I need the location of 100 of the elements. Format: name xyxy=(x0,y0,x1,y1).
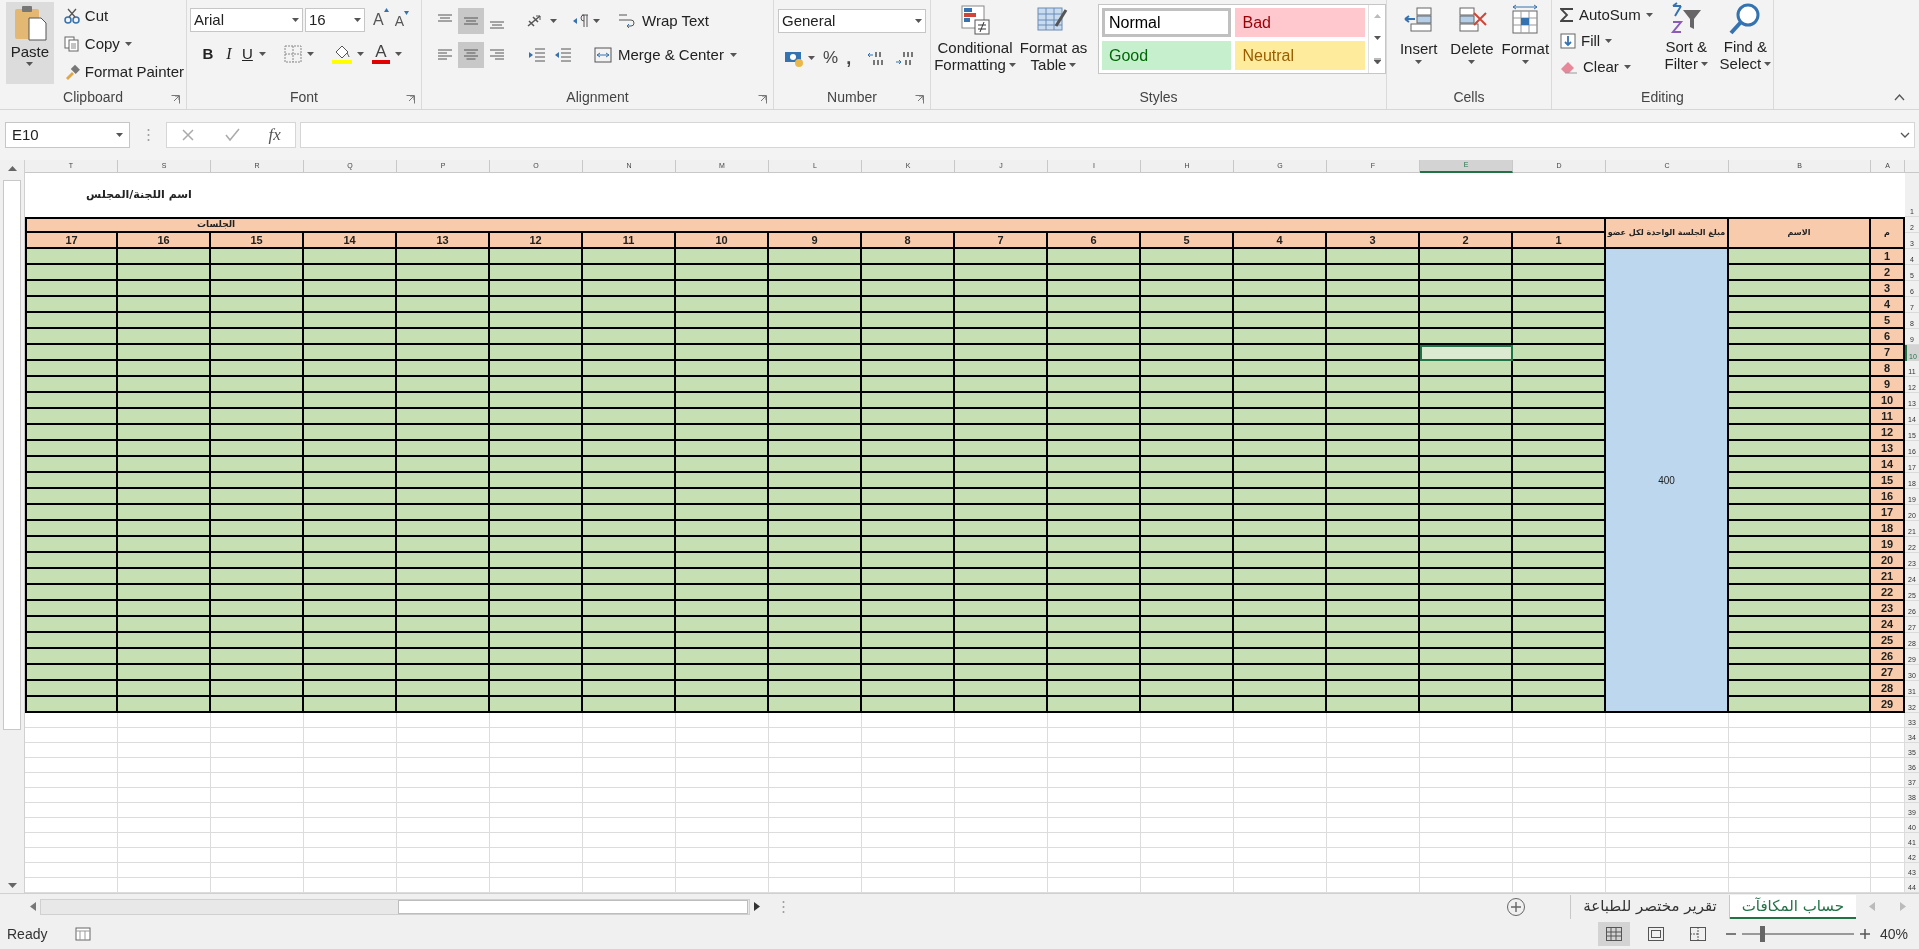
more-icon[interactable] xyxy=(1373,58,1381,64)
number-format-dropdown[interactable]: General xyxy=(778,9,926,33)
cell-style-item[interactable]: Bad xyxy=(1235,8,1365,37)
caret-icon[interactable] xyxy=(550,19,557,23)
caret-icon[interactable] xyxy=(292,18,299,22)
zoom-in-icon[interactable] xyxy=(1859,929,1870,939)
indent-icon[interactable] xyxy=(528,47,546,63)
bold-button[interactable]: B xyxy=(200,42,216,66)
triangle-up-icon[interactable] xyxy=(7,165,17,171)
fill-down-icon[interactable] xyxy=(1560,33,1576,49)
caret-icon[interactable] xyxy=(1700,61,1708,66)
fill-color-button[interactable] xyxy=(331,44,364,64)
collapse-icon[interactable] xyxy=(1894,94,1905,101)
caret-icon[interactable] xyxy=(1415,60,1423,64)
add-sheet-icon[interactable] xyxy=(1506,896,1527,917)
paste-button[interactable]: Paste xyxy=(6,2,54,84)
caret-icon[interactable] xyxy=(915,19,922,23)
text-direction-button[interactable] xyxy=(573,13,600,29)
formula-input[interactable] xyxy=(300,122,1915,148)
font-color-button[interactable]: A xyxy=(371,44,402,64)
format-as-table-button[interactable]: Format as Table xyxy=(1017,4,1090,85)
dialog-launcher-icon[interactable] xyxy=(171,95,180,104)
merge-center-button[interactable]: Merge & Center xyxy=(594,43,737,67)
caret-icon[interactable] xyxy=(593,19,600,23)
caret-icon[interactable] xyxy=(1521,60,1529,64)
caret-icon[interactable] xyxy=(1623,65,1631,69)
orientation-button[interactable] xyxy=(526,12,557,30)
caret-icon[interactable] xyxy=(116,133,123,137)
caret-icon[interactable] xyxy=(26,62,34,66)
borders-button[interactable] xyxy=(283,45,314,63)
insert-cells-icon[interactable] xyxy=(1402,4,1435,34)
caret-icon[interactable] xyxy=(729,53,737,57)
paint-bucket-icon[interactable] xyxy=(331,44,352,64)
sort-funnel-icon[interactable] xyxy=(1669,2,1704,36)
scroll-right-icon[interactable] xyxy=(754,902,760,911)
sort-filter-button[interactable]: Sort & Filter xyxy=(1658,2,1714,85)
cell-style-item[interactable]: Good xyxy=(1102,41,1232,70)
dialog-launcher-icon[interactable] xyxy=(758,95,767,104)
autosum-button[interactable]: AutoSum xyxy=(1558,2,1655,28)
dialog-launcher-icon[interactable] xyxy=(915,95,924,104)
scroll-left-icon[interactable] xyxy=(30,902,36,911)
slider-thumb[interactable] xyxy=(1760,926,1766,942)
name-box[interactable]: E10 xyxy=(5,122,130,148)
check-icon[interactable] xyxy=(223,128,240,142)
caret-icon[interactable] xyxy=(1605,39,1613,43)
cell-style-item[interactable]: Neutral xyxy=(1235,41,1365,70)
caret-icon[interactable] xyxy=(1900,132,1910,138)
triangle-down-icon[interactable] xyxy=(7,882,17,888)
zoom-level[interactable]: 40% xyxy=(1879,923,1908,945)
page-icon[interactable] xyxy=(1647,927,1664,941)
caret-icon[interactable] xyxy=(356,52,364,56)
delete-cells-icon[interactable] xyxy=(1456,4,1488,34)
font-size-dropdown[interactable]: 16 xyxy=(305,8,365,32)
page-break-icon[interactable] xyxy=(1689,927,1706,941)
font-name-dropdown[interactable]: Arial xyxy=(190,8,303,32)
caret-icon[interactable] xyxy=(1468,60,1476,64)
dialog-launcher-icon[interactable] xyxy=(406,95,415,104)
caret-icon[interactable] xyxy=(258,52,266,56)
insert-function-button[interactable]: fx xyxy=(268,122,281,148)
paragraph-icon[interactable] xyxy=(573,13,589,29)
triangle-up-icon[interactable] xyxy=(383,8,389,12)
underline-button[interactable]: U xyxy=(242,42,266,66)
triangle-down-icon[interactable] xyxy=(404,10,409,15)
caret-icon[interactable] xyxy=(1008,62,1016,67)
find-select-button[interactable]: Find & Select xyxy=(1717,2,1773,85)
scissors-icon[interactable] xyxy=(63,8,80,24)
fill-button[interactable]: Fill xyxy=(1558,28,1655,54)
table-rules-icon[interactable] xyxy=(959,4,991,36)
percent-button[interactable]: % xyxy=(823,45,839,71)
merge-icon[interactable] xyxy=(594,46,612,64)
cell-style-item[interactable]: Normal xyxy=(1102,8,1232,37)
delete-button[interactable]: Delete xyxy=(1446,4,1498,85)
copy-button[interactable]: Copy xyxy=(61,31,186,57)
sigma-icon[interactable] xyxy=(1560,7,1574,23)
caret-icon[interactable] xyxy=(306,52,314,56)
caret-icon[interactable] xyxy=(124,42,132,46)
indent-icon[interactable] xyxy=(554,47,572,63)
scroll-down-icon[interactable] xyxy=(1373,36,1381,40)
clipboard-icon[interactable] xyxy=(12,4,47,42)
sheet-tab[interactable]: حساب المكافآت xyxy=(1729,894,1856,919)
conditional-formatting-button[interactable]: Conditional Formatting xyxy=(935,4,1015,85)
caret-icon[interactable] xyxy=(1645,13,1653,17)
format-button[interactable]: Format xyxy=(1499,4,1551,85)
wrap-icon[interactable] xyxy=(618,12,636,30)
zoom-slider[interactable] xyxy=(1741,926,1854,942)
insert-button[interactable]: Insert xyxy=(1393,4,1445,85)
format-painter-button[interactable]: Format Painter xyxy=(61,59,186,85)
sheet-tab[interactable]: تقرير مختصر للطباعة xyxy=(1570,894,1730,919)
caret-icon[interactable] xyxy=(354,18,361,22)
caret-icon[interactable] xyxy=(1069,62,1077,67)
grow-font-button[interactable]: A xyxy=(373,8,389,32)
normal-view-button[interactable] xyxy=(1597,922,1630,946)
copy-icon[interactable] xyxy=(63,36,80,52)
wrap-text-button[interactable]: Wrap Text xyxy=(618,9,709,33)
shrink-font-button[interactable]: A xyxy=(394,10,409,32)
caret-icon[interactable] xyxy=(394,52,402,56)
clear-button[interactable]: Clear xyxy=(1558,54,1655,80)
caret-icon[interactable] xyxy=(1764,61,1772,66)
grid-icon[interactable] xyxy=(1605,927,1622,941)
cut-button[interactable]: Cut xyxy=(61,3,186,29)
